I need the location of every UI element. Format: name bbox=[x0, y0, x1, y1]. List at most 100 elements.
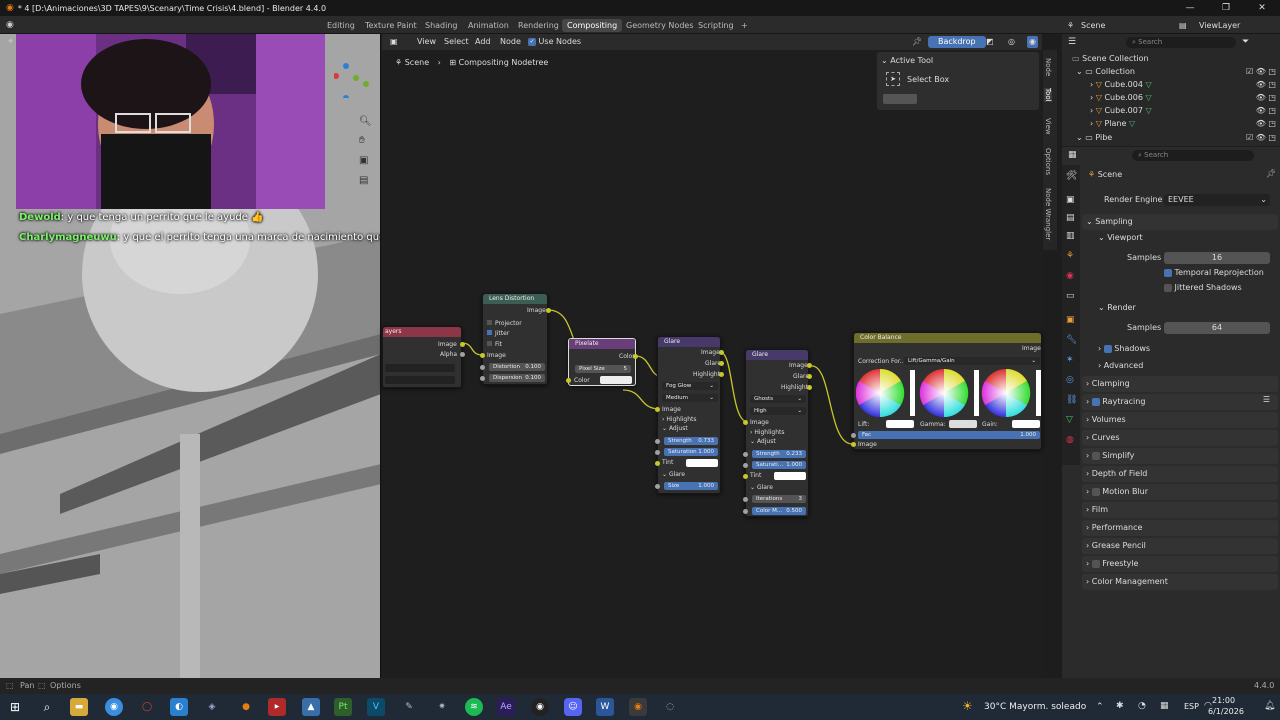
glare-panel[interactable]: ⌄ Glare bbox=[662, 471, 685, 478]
render-layers-node[interactable]: ayers Image Alpha bbox=[382, 326, 465, 388]
input-socket[interactable] bbox=[655, 439, 660, 444]
spotify-icon[interactable]: ≋ bbox=[465, 698, 483, 716]
output-socket[interactable] bbox=[807, 363, 812, 368]
tint-swatch[interactable] bbox=[774, 472, 806, 480]
notifications-icon[interactable]: 🔔︎ bbox=[1264, 701, 1275, 711]
glare-node[interactable]: Glare Image Glare Highlights Fog Glow ⌄ M… bbox=[655, 336, 724, 494]
jitter-checkbox[interactable]: Jitter bbox=[487, 330, 509, 337]
outliner-item[interactable]: ⌄ ▭ Pibe ☑ 👁︎ ◳ bbox=[1062, 131, 1280, 144]
color-wheels[interactable] bbox=[856, 368, 1042, 422]
curves-panel[interactable]: › Curves bbox=[1082, 430, 1278, 446]
weather-text[interactable]: 30°C Mayorm. soleado bbox=[984, 702, 1086, 712]
dispersion-field[interactable]: Dispersion 0.100 bbox=[489, 374, 545, 382]
strength-field[interactable]: Strength 0.233 bbox=[752, 450, 806, 458]
app-icon[interactable]: ✷ bbox=[433, 698, 451, 716]
saturation-field[interactable]: Saturati... 1.000 bbox=[752, 461, 806, 469]
outliner-item[interactable]: › ▽ Cube.004 ▽ 👁︎ ◳ bbox=[1062, 78, 1280, 91]
edge-icon[interactable]: ◐ bbox=[170, 698, 188, 716]
gamma-swatch[interactable] bbox=[949, 420, 977, 428]
lift-swatch[interactable] bbox=[886, 420, 914, 428]
tab-editing[interactable]: Editing bbox=[322, 19, 360, 32]
tint-swatch[interactable] bbox=[686, 459, 718, 467]
adjust-panel[interactable]: ⌄ Adjust bbox=[750, 438, 776, 445]
input-socket[interactable] bbox=[743, 497, 748, 502]
selection-mode-buttons[interactable] bbox=[883, 94, 917, 104]
pin-icon[interactable]: 📌︎ bbox=[1266, 169, 1276, 178]
input-socket[interactable] bbox=[743, 420, 748, 425]
input-socket[interactable] bbox=[480, 365, 485, 370]
quality-dropdown[interactable]: Medium ⌄ bbox=[662, 394, 718, 402]
constraints-tab-icon[interactable]: ⛓︎ bbox=[1066, 395, 1077, 405]
jittered-shadows-checkbox[interactable]: Jittered Shadows bbox=[1164, 281, 1242, 295]
view-layer-tab-icon[interactable]: ▥ bbox=[1066, 231, 1075, 241]
projector-checkbox[interactable]: Projector bbox=[487, 320, 522, 327]
minimize-button[interactable]: — bbox=[1172, 0, 1208, 16]
particles-tab-icon[interactable]: ✶ bbox=[1066, 355, 1074, 365]
material-tab-icon[interactable]: ◍ bbox=[1066, 435, 1074, 445]
input-socket[interactable] bbox=[743, 509, 748, 514]
render-samples-field[interactable]: 64 bbox=[1164, 322, 1270, 334]
tab-options[interactable]: Options bbox=[1044, 148, 1052, 175]
lens-distortion-node[interactable]: Lens Distortion Image Projector Jitter F… bbox=[480, 293, 551, 385]
blender-taskbar-icon[interactable]: ◉ bbox=[629, 698, 647, 716]
size-field[interactable]: Size 1.000 bbox=[664, 482, 718, 490]
outliner-item[interactable]: › ▽ Cube.007 ▽ 👁︎ ◳ bbox=[1062, 104, 1280, 117]
file-explorer-icon[interactable]: ▬ bbox=[70, 698, 88, 716]
input-socket[interactable] bbox=[655, 450, 660, 455]
fit-checkbox[interactable]: Fit bbox=[487, 341, 502, 348]
after-effects-icon[interactable]: Ae bbox=[497, 698, 515, 716]
output-socket[interactable] bbox=[719, 350, 724, 355]
scene-selector[interactable]: Scene bbox=[1076, 19, 1110, 32]
tool-tab-icon[interactable]: 🛠︎ bbox=[1066, 171, 1077, 181]
quality-dropdown[interactable]: High ⌄ bbox=[750, 407, 806, 415]
pixelate-node[interactable]: Pixelate Color Pixel Size 5 Color bbox=[566, 338, 638, 386]
raytracing-panel[interactable]: › Raytracing ☰ bbox=[1082, 394, 1278, 410]
object-tab-icon[interactable]: ▣ bbox=[1066, 315, 1075, 325]
advanced-subpanel[interactable]: › Advanced bbox=[1098, 359, 1143, 373]
highlights-panel[interactable]: › Highlights bbox=[662, 416, 697, 423]
input-socket[interactable] bbox=[655, 407, 660, 412]
v-icon[interactable]: V bbox=[367, 698, 385, 716]
glare-panel[interactable]: ⌄ Glare bbox=[750, 484, 773, 491]
layer-select-field[interactable] bbox=[385, 364, 455, 372]
pan-hand-icon[interactable]: ✋︎ bbox=[359, 135, 365, 146]
output-socket[interactable] bbox=[807, 385, 812, 390]
outliner-editor-icon[interactable]: ☰ bbox=[1068, 37, 1076, 47]
active-tool-title[interactable]: ⌄ Active Tool bbox=[881, 56, 933, 65]
viewport-samples-field[interactable]: 16 bbox=[1164, 252, 1270, 264]
temporal-reprojection-checkbox[interactable]: Temporal Reprojection bbox=[1164, 266, 1264, 280]
view-layer-selector[interactable]: ViewLayer bbox=[1194, 19, 1245, 32]
input-socket[interactable] bbox=[480, 376, 485, 381]
tab-rendering[interactable]: Rendering bbox=[513, 19, 564, 32]
data-tab-icon[interactable]: ▽ bbox=[1066, 415, 1073, 425]
color-swatch[interactable] bbox=[600, 376, 632, 384]
output-socket[interactable] bbox=[633, 354, 638, 359]
clamping-panel[interactable]: › Clamping bbox=[1082, 376, 1278, 392]
lock-icon[interactable]: ▤ bbox=[359, 175, 368, 186]
photos-icon[interactable]: ▲ bbox=[302, 698, 320, 716]
output-socket[interactable] bbox=[546, 308, 551, 313]
volumes-panel[interactable]: › Volumes bbox=[1082, 412, 1278, 428]
color-modulation-field[interactable]: Color M... 0.500 bbox=[752, 507, 806, 515]
outliner-search-input[interactable]: ⌕ Search bbox=[1126, 37, 1236, 48]
tab-compositing[interactable]: Compositing bbox=[562, 19, 623, 32]
glare-node[interactable]: Glare Image Glare Highlights Ghosts ⌄ Hig… bbox=[743, 349, 812, 517]
output-socket[interactable] bbox=[719, 361, 724, 366]
simplify-panel[interactable]: › Simplify bbox=[1082, 448, 1278, 464]
word-icon[interactable]: W bbox=[596, 698, 614, 716]
strength-field[interactable]: Strength 0.733 bbox=[664, 437, 718, 445]
tab-geometry-nodes[interactable]: Geometry Nodes bbox=[621, 19, 698, 32]
outliner-item[interactable]: ⌄ ▭ Collection ☑ 👁︎ ◳ bbox=[1062, 65, 1280, 78]
add-workspace-button[interactable]: + bbox=[736, 19, 753, 32]
app-icon[interactable]: ◈ bbox=[203, 698, 221, 716]
tray-app-icon[interactable]: ▦ bbox=[1160, 701, 1169, 711]
motion-blur-panel[interactable]: › Motion Blur bbox=[1082, 484, 1278, 500]
3d-viewport[interactable]: 🔍︎ ✋︎ ▣ ▤ Dewold: y que tenga un perrito… bbox=[0, 34, 381, 678]
properties-search-input[interactable]: ⌕ Search bbox=[1132, 150, 1254, 161]
performance-panel[interactable]: › Performance bbox=[1082, 520, 1278, 536]
select-box-icon[interactable]: ➤ bbox=[886, 72, 900, 86]
distortion-field[interactable]: Distortion 0.100 bbox=[489, 363, 545, 371]
output-tab-icon[interactable]: ▤ bbox=[1066, 213, 1075, 223]
camera-icon[interactable]: ▣ bbox=[359, 155, 368, 166]
glare-type-dropdown[interactable]: Fog Glow ⌄ bbox=[662, 382, 718, 390]
